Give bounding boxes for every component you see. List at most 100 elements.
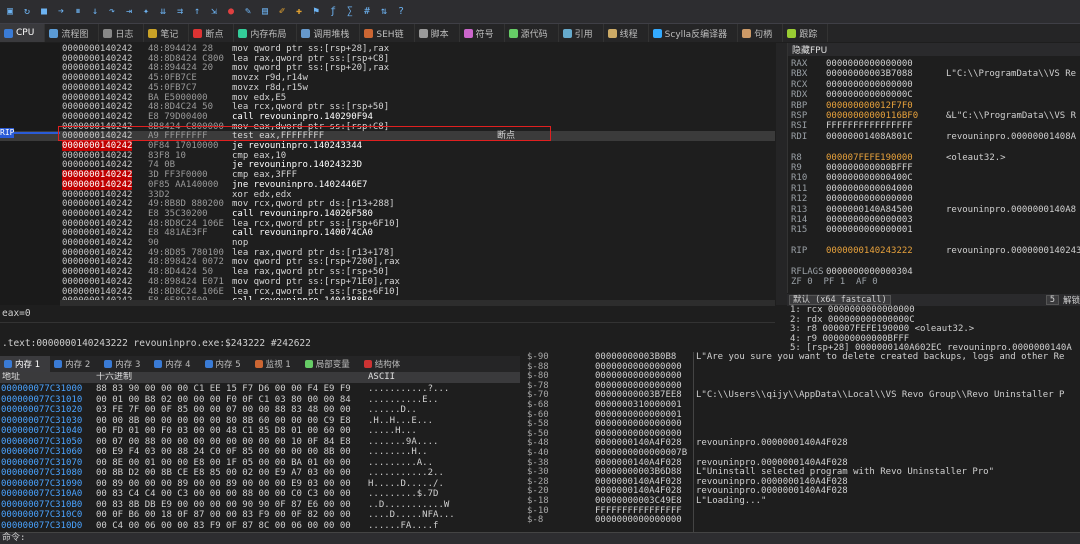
- dump-row[interactable]: 000000077C31070 00 8E 00 01 00 00 E8 00 1…: [0, 458, 520, 468]
- dump-tab-5[interactable]: 监视 1: [251, 356, 301, 372]
- dump-tab-2[interactable]: 内存 3: [100, 356, 150, 372]
- animate-icon[interactable]: ✦: [138, 4, 154, 20]
- tab-0[interactable]: CPU: [0, 24, 46, 42]
- disasm-row[interactable]: 0000000140242 0F84 17010000 je revouninpro…: [0, 141, 775, 151]
- calling-convention-select[interactable]: 默认 (x64 fastcall): [789, 295, 891, 305]
- register-row[interactable]: RAX 0000000000000000: [788, 59, 1080, 69]
- dump-row[interactable]: 000000077C31000 88 83 90 00 00 00 C1 EE 1…: [0, 384, 520, 394]
- open-icon[interactable]: ▣: [2, 4, 18, 20]
- dump-row[interactable]: 000000077C31010 00 01 00 B8 02 00 00 00 F…: [0, 395, 520, 405]
- dump-row[interactable]: 000000077C31080 00 8B D2 00 8B CE E8 85 0…: [0, 468, 520, 478]
- tab-3[interactable]: 笔记: [144, 24, 190, 42]
- step-into-icon[interactable]: ↓: [87, 4, 103, 20]
- disasm-row[interactable]: 0000000140242 E8 35C30200 call revouninpro…: [0, 209, 775, 219]
- disasm-row[interactable]: 0000000140242 48:8D8424 C800 lea rax,qword…: [0, 54, 775, 64]
- dump-row[interactable]: 000000077C31060 00 E9 F4 03 00 88 24 C0 0…: [0, 447, 520, 457]
- dump-row[interactable]: 000000077C31040 00 FD 01 00 F0 03 00 00 4…: [0, 426, 520, 436]
- register-row[interactable]: R12 0000000000000000: [788, 194, 1080, 204]
- disasm-row[interactable]: 0000000140242 48:894424 20 mov qword ptr s…: [0, 63, 775, 73]
- disasm-row[interactable]: 0000000140242 48:898424 0072 mov qword ptr…: [0, 257, 775, 267]
- tab-1[interactable]: 流程图: [45, 24, 100, 42]
- patch-icon[interactable]: ✎: [240, 4, 256, 20]
- register-row[interactable]: RSI FFFFFFFFFFFFFFFF: [788, 121, 1080, 131]
- close-icon[interactable]: ■: [36, 4, 52, 20]
- panel-splitter[interactable]: [776, 43, 787, 305]
- disasm-row[interactable]: 0000000140242 83F8 10 cmp eax,10: [0, 151, 775, 161]
- disasm-row[interactable]: 0000000140242 48:8D4424 50 lea rax,qword p…: [0, 267, 775, 277]
- function-icon[interactable]: ƒ: [325, 4, 341, 20]
- tab-2[interactable]: 日志: [99, 24, 145, 42]
- calc-icon[interactable]: ∑: [342, 4, 358, 20]
- dump-tab-4[interactable]: 内存 5: [201, 356, 251, 372]
- tab-14[interactable]: 句柄: [738, 24, 784, 42]
- disasm-row[interactable]: 0000000140242 E8 481AE3FF call revouninpro…: [0, 228, 775, 238]
- disasm-row[interactable]: 0000000140242 48:8D8C24 106E lea rcx,qword…: [0, 287, 775, 297]
- disasm-row[interactable]: 0000000140242 90 nop: [0, 238, 775, 248]
- stack-row[interactable]: $-8 0000000000000000: [525, 516, 1080, 526]
- register-row[interactable]: RSP 00000000000116BF0 &L"C:\\ProgramData\\…: [788, 111, 1080, 121]
- sort-icon[interactable]: ⇅: [376, 4, 392, 20]
- dump-tab-7[interactable]: 结构体: [360, 356, 411, 372]
- dump-tab-1[interactable]: 内存 2: [50, 356, 100, 372]
- tab-10[interactable]: 源代码: [505, 24, 559, 42]
- register-row[interactable]: R11 0000000000004000: [788, 184, 1080, 194]
- disasm-row[interactable]: 0000000140242 33D2 xor edx,edx: [0, 190, 775, 200]
- register-row[interactable]: R14 0000000000000003: [788, 215, 1080, 225]
- dump-row[interactable]: 000000077C31090 00 89 00 00 00 89 00 00 8…: [0, 479, 520, 489]
- dump-row[interactable]: 000000077C31030 00 00 8B 00 00 00 00 00 8…: [0, 416, 520, 426]
- register-row[interactable]: ZF 0 PF 1 AF 0: [788, 277, 1080, 287]
- tab-12[interactable]: 线程: [604, 24, 649, 42]
- disasm-row[interactable]: 0000000140242 48:898424 E071 mov qword ptr…: [0, 277, 775, 287]
- disasm-row[interactable]: 0000000140242 48:8D4C24 50 lea rcx,qword p…: [0, 102, 775, 112]
- register-row[interactable]: R9 000000000000BFFF: [788, 163, 1080, 173]
- disasm-row[interactable]: 0000000140242 BA E5000000 mov edx,E5: [0, 93, 775, 103]
- register-row[interactable]: [788, 142, 1080, 152]
- step-over-icon[interactable]: ↷: [104, 4, 120, 20]
- memory-dump-panel[interactable]: 地址 十六进制 ASCII 000000077C31000 88 83 90 00…: [0, 372, 520, 532]
- dump-tab-6[interactable]: 局部变量: [301, 356, 360, 372]
- hash-icon[interactable]: #: [359, 4, 375, 20]
- disasm-row[interactable]: 0000000140242 45:0FB7CE movzx r9d,r14w: [0, 73, 775, 83]
- dump-row[interactable]: 000000077C31050 00 07 00 88 00 00 00 00 0…: [0, 437, 520, 447]
- breakpoint-icon[interactable]: ●: [223, 4, 239, 20]
- register-row[interactable]: [788, 236, 1080, 246]
- disasm-row[interactable]: 0000000140242 49:8D85 780100 lea rax,qword…: [0, 248, 775, 258]
- register-row[interactable]: R8 000007FEFE190000 <oleaut32.>: [788, 153, 1080, 163]
- pause-icon[interactable]: ⏸: [70, 4, 86, 20]
- run-to-user-icon[interactable]: ⇥: [121, 4, 137, 20]
- disasm-row[interactable]: 0000000140242 49:8B8D 880200 mov rcx,qword…: [0, 199, 775, 209]
- dump-tab-0[interactable]: 内存 1: [0, 356, 51, 372]
- register-row[interactable]: [788, 257, 1080, 267]
- memory-icon[interactable]: ▤: [257, 4, 273, 20]
- unlock-button[interactable]: 解锁: [1063, 294, 1080, 306]
- register-row[interactable]: RIP 0000000140243222 revouninpro.000000014…: [788, 246, 1080, 256]
- register-row[interactable]: R10 000000000000400C: [788, 173, 1080, 183]
- disasm-row[interactable]: 0000000140242 0F85 AA140000 jne revouninpr…: [0, 179, 775, 190]
- disassembly-panel[interactable]: 0000000140242 48:894424 28 mov qword ptr s…: [0, 43, 775, 305]
- dump-tab-3[interactable]: 内存 4: [150, 356, 200, 372]
- tab-15[interactable]: 跟踪: [783, 24, 829, 42]
- restart-icon[interactable]: ↻: [19, 4, 35, 20]
- tab-9[interactable]: 符号: [460, 24, 505, 42]
- disasm-row[interactable]: 0000000140242 48:894424 28 mov qword ptr s…: [0, 44, 775, 54]
- help-icon[interactable]: ?: [393, 4, 409, 20]
- run-icon[interactable]: ➔: [53, 4, 69, 20]
- tab-13[interactable]: Scylla反编译器: [649, 24, 739, 42]
- disasm-row[interactable]: 0000000140242 74 0B je revouninpro.1402432…: [0, 160, 775, 170]
- step-out-icon[interactable]: ↑: [189, 4, 205, 20]
- disasm-row[interactable]: 0000000140242 45:0FB7C7 movzx r8d,r15w: [0, 83, 775, 93]
- hide-fpu-toggle[interactable]: 隐藏FPU: [788, 43, 1080, 56]
- dump-row[interactable]: 000000077C310B0 00 83 8B DB E9 00 00 00 0…: [0, 500, 520, 510]
- run-to-selection-icon[interactable]: ⇲: [206, 4, 222, 20]
- dump-row[interactable]: 000000077C310A0 00 83 C4 C4 00 C3 00 00 0…: [0, 489, 520, 499]
- trace-over-icon[interactable]: ⇉: [172, 4, 188, 20]
- arg-count-select[interactable]: 5: [1045, 295, 1059, 305]
- register-panel[interactable]: 隐藏FPU RAX 0000000000000000 RBX 00000000003B…: [787, 43, 1080, 293]
- register-row[interactable]: RBP 000000000012F7F0: [788, 101, 1080, 111]
- label-icon[interactable]: ✚: [291, 4, 307, 20]
- dump-row[interactable]: 000000077C31020 03 FE 7F 00 0F 85 00 00 0…: [0, 405, 520, 415]
- stack-panel[interactable]: $-90 00000000003B0B8 L"Are you sure you wa…: [525, 352, 1080, 532]
- tab-6[interactable]: 调用堆栈: [297, 24, 361, 42]
- disasm-row[interactable]: 0000000140242 48:8D8C24 106E lea rcx,qword…: [0, 219, 775, 229]
- register-row[interactable]: RFLAGS 0000000000000304: [788, 267, 1080, 277]
